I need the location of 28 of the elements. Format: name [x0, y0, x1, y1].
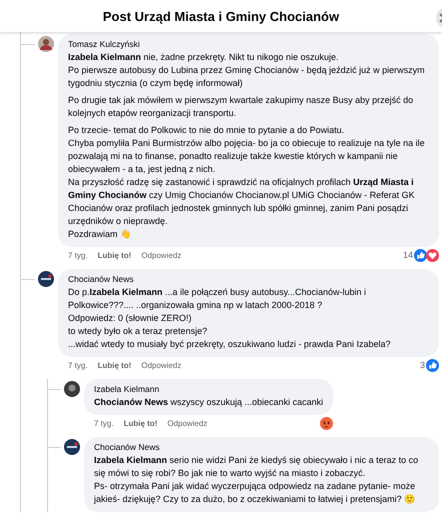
comment-author[interactable]: Chocianów News [94, 441, 429, 454]
comment-text: Chocianów News wszyscy oszukują ...obiecanki cacanki [94, 396, 324, 409]
avatar[interactable] [64, 439, 80, 455]
comment-text: Izabela Kielmann serio nie widzi Pani że kiedyś się obiecywało i nic a teraz to co się mówi to się robi? Bo jak nie to warto wyjść na miasto i zobaczyć. Ps- otrzymała Pani jak widać wyczerpująca odpowiedz na zadane pytanie- może jakieś- dziękuję? Czy to za dużo, bo z oczekiwaniami to łatwiej i pretensjami? 🙂 [94, 454, 420, 506]
dialog-title: Post Urząd Miasta i Gminy Chocianów [102, 8, 340, 24]
comment-author[interactable]: Tomasz Kulczyński [68, 38, 429, 51]
reaction-count[interactable]: 14 [402, 250, 413, 260]
comment-text: Po drugie tak jak mówiłem w pierwszym kwartale zakupimy nasze Busy aby przejść do kolejnych etapów reorganizacji transportu. [68, 94, 414, 120]
time-label[interactable]: 7 tyg. [68, 360, 88, 370]
comment-text: Po trzecie- temat do Polkowic to nie do mnie to pytanie a do Powiatu. Chyba pomyliła Pani Burmistrzów albo pojęcia- bo ja co obiecuje to realizuje na tyle na ile pozwalają mi na to finanse, ponadto realizuje także kwestie których w kampanii nie obiecywałem - a ta, jest jedną z nich. Na przyszłość radzę się zastanowić i sprawdzić na oficjalnych profilach Urząd Miasta i Gminy Chocianów czy Umig Chocianów Chocianow.pl UMiG Chocianów - Referat GK Chocianów oraz profilach jednostek gminnych lub spółki gminnej, zanim Pani posądzi urzędników o nieprawdę. Pozdrawiam 👋 [68, 124, 426, 241]
comment-author[interactable]: Chocianów News [68, 273, 429, 286]
angry-icon[interactable] [320, 416, 334, 430]
time-label[interactable]: 7 tyg. [68, 250, 88, 260]
reply-link[interactable]: Odpowiedz [141, 250, 182, 260]
comment-author[interactable]: Izabela Kielmann [94, 383, 324, 396]
avatar[interactable] [38, 271, 54, 287]
comment-text: Do p.Izabela Kielmann ...a ile połączeń busy autobusy...Chocianów-lubin i Polkowice???.... ..organizowała gmina np w latach 2000-2018 ? Odpowiedz: 0 (słownie ZERO!) to wtedy było ok a teraz pretensje? ...widać wtedy to musiały być przekręty, oszukiwano ludzi - prawda Pani Izabela? [68, 286, 392, 351]
avatar[interactable] [64, 381, 80, 397]
reaction-count[interactable]: 3 [420, 360, 425, 370]
like-link[interactable]: Lubię to! [98, 250, 132, 260]
comment-text: Izabela Kielmann nie, żadne przekręty. Nikt tu nikogo nie oszukuje. Po pierwsze autobusy do Lubina przez Gminę Chocianów - będą jeździć już w pierwszym tygodniu stycznia (o czym będę informował) [68, 51, 426, 90]
like-link[interactable]: Lubię to! [124, 418, 158, 428]
reply-link[interactable]: Odpowiedz [167, 418, 208, 428]
avatar[interactable] [38, 36, 54, 52]
like-icon[interactable] [426, 358, 439, 372]
reply-link[interactable]: Odpowiedz [141, 360, 182, 370]
time-label[interactable]: 7 tyg. [94, 418, 114, 428]
like-link[interactable]: Lubię to! [98, 360, 132, 370]
